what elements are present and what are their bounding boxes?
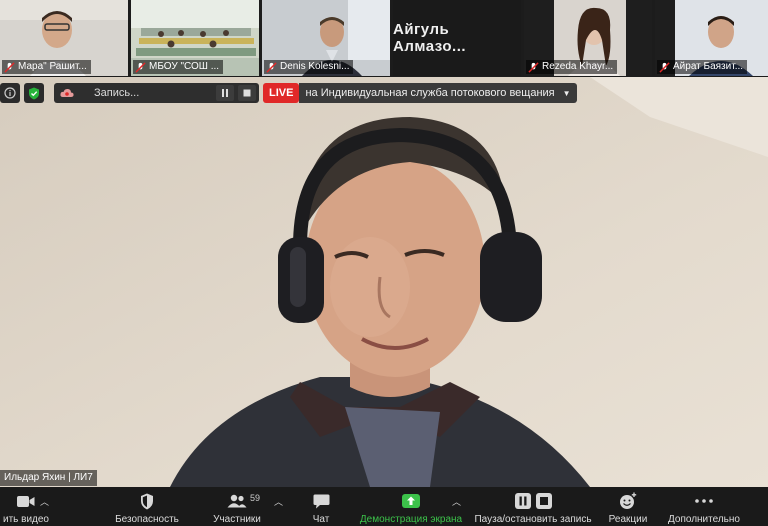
live-stream-label: на Индивидуальная служба потокового веща… [305, 87, 555, 99]
participant-name: МБОУ "СОШ ... [149, 61, 220, 72]
participants-options-chevron-icon[interactable]: ︿ [274, 495, 283, 508]
stop-icon [243, 89, 251, 97]
more-button[interactable]: Дополнительно [664, 487, 744, 526]
info-icon [4, 87, 16, 99]
pause-recording-button[interactable] [216, 85, 234, 101]
video-camera-icon [17, 495, 35, 507]
shield-check-icon [29, 87, 39, 99]
shield-icon [141, 493, 153, 509]
stop-recording-button[interactable] [238, 85, 256, 101]
meeting-status-bar: Запись... LIVE на Индивидуальная служба … [0, 82, 577, 104]
mic-off-icon [135, 61, 146, 73]
participants-button[interactable]: Участники [204, 487, 270, 526]
share-screen-button[interactable]: Демонстрация экрана [356, 487, 466, 526]
more-label: Дополнительно [668, 514, 740, 525]
cloud-record-icon [60, 88, 74, 97]
participant-strip: Мара" Рашит... МБОУ "СОШ ... Denis Koles… [0, 0, 768, 77]
speaker-image [0, 77, 768, 487]
caret-down-icon: ▼ [562, 88, 571, 98]
mic-off-icon [659, 61, 670, 73]
encryption-button[interactable] [24, 83, 44, 103]
participant-name: Denis Kolesni... [280, 61, 350, 72]
chat-label: Чат [312, 514, 330, 525]
video-options-chevron-icon[interactable]: ︿ [40, 495, 49, 508]
mic-off-icon [4, 61, 15, 73]
reactions-button[interactable]: Реакции [604, 487, 652, 526]
meeting-toolbar: ить видео ︿ Безопасность Участники 59 ︿ … [0, 487, 768, 526]
pause-stop-recording-label: Пауза/остановить запись [474, 514, 592, 525]
security-button[interactable]: Безопасность [108, 487, 186, 526]
meeting-info-button[interactable] [0, 83, 20, 103]
participant-name: Айгуль Алмазо... [393, 21, 467, 55]
mic-off-icon [528, 61, 539, 73]
stop-icon [535, 493, 552, 509]
share-options-chevron-icon[interactable]: ︿ [452, 495, 461, 508]
participant-name: Мара" Рашит... [18, 61, 87, 72]
more-dots-icon [695, 499, 713, 503]
recording-indicator: Запись... [54, 83, 259, 103]
chat-button[interactable]: Чат [304, 487, 338, 526]
participant-thumbnail[interactable]: МБОУ "СОШ ... [131, 0, 259, 76]
reactions-label: Реакции [608, 514, 648, 525]
live-stream-menu[interactable]: на Индивидуальная служба потокового веща… [299, 83, 577, 103]
main-speaker-video [0, 77, 768, 487]
share-screen-label: Демонстрация экрана [359, 514, 463, 525]
participant-name: Айрат Баязит... [673, 61, 744, 72]
live-badge[interactable]: LIVE [263, 83, 300, 103]
participant-name: Rezeda Khayr... [542, 61, 614, 72]
pause-icon [514, 493, 531, 509]
participant-thumbnail[interactable]: Айгуль Алмазо... [393, 0, 521, 76]
smiley-icon [620, 492, 637, 509]
participant-thumbnail[interactable]: Rezeda Khayr... [524, 0, 652, 76]
participant-thumbnail[interactable]: Denis Kolesni... [262, 0, 390, 76]
pause-icon [222, 89, 228, 97]
recording-label: Запись... [94, 87, 140, 99]
pause-stop-recording-button[interactable]: Пауза/остановить запись [470, 487, 596, 526]
start-video-label: ить видео [2, 514, 49, 525]
main-speaker-name: Ильдар Яхин | ЛИ7 [0, 470, 97, 486]
participants-icon [227, 494, 247, 508]
participant-thumbnail[interactable]: Мара" Рашит... [0, 0, 128, 76]
participants-label: Участники [213, 514, 261, 525]
chat-icon [313, 494, 329, 508]
participants-count: 59 [250, 493, 261, 503]
security-label: Безопасность [115, 514, 179, 525]
share-screen-icon [402, 494, 420, 508]
mic-off-icon [266, 61, 277, 73]
participant-thumbnail[interactable]: Айрат Баязит... [655, 0, 768, 76]
